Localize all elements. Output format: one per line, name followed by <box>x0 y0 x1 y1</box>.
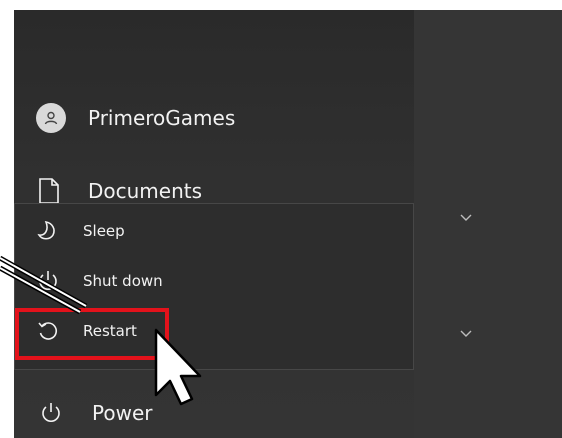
start-menu-left-pane: PrimeroGames Documents Sleep Shut down R… <box>14 10 414 438</box>
user-name: PrimeroGames <box>88 106 236 130</box>
restart-highlight-box <box>15 308 169 360</box>
start-menu-screenshot: PrimeroGames Documents Sleep Shut down R… <box>14 10 562 438</box>
sleep-menu-item[interactable]: Sleep <box>15 211 413 251</box>
power-label: Power <box>92 401 153 425</box>
power-button[interactable]: Power <box>40 398 152 428</box>
shut-down-label: Shut down <box>83 272 163 290</box>
power-icon <box>40 402 62 424</box>
person-icon <box>36 103 66 133</box>
start-menu-right-pane <box>414 10 562 438</box>
document-icon <box>38 178 60 204</box>
sleep-moon-icon <box>37 220 59 242</box>
documents-label: Documents <box>88 179 203 203</box>
shut-down-menu-item[interactable]: Shut down <box>15 261 413 301</box>
chevron-down-icon <box>460 330 472 337</box>
chevron-down-icon <box>460 214 472 221</box>
shutdown-icon <box>37 270 59 292</box>
expand-group-chevron-1[interactable] <box>460 210 472 226</box>
expand-group-chevron-2[interactable] <box>460 326 472 342</box>
user-account-item[interactable]: PrimeroGames <box>36 103 235 133</box>
sleep-label: Sleep <box>83 222 125 240</box>
